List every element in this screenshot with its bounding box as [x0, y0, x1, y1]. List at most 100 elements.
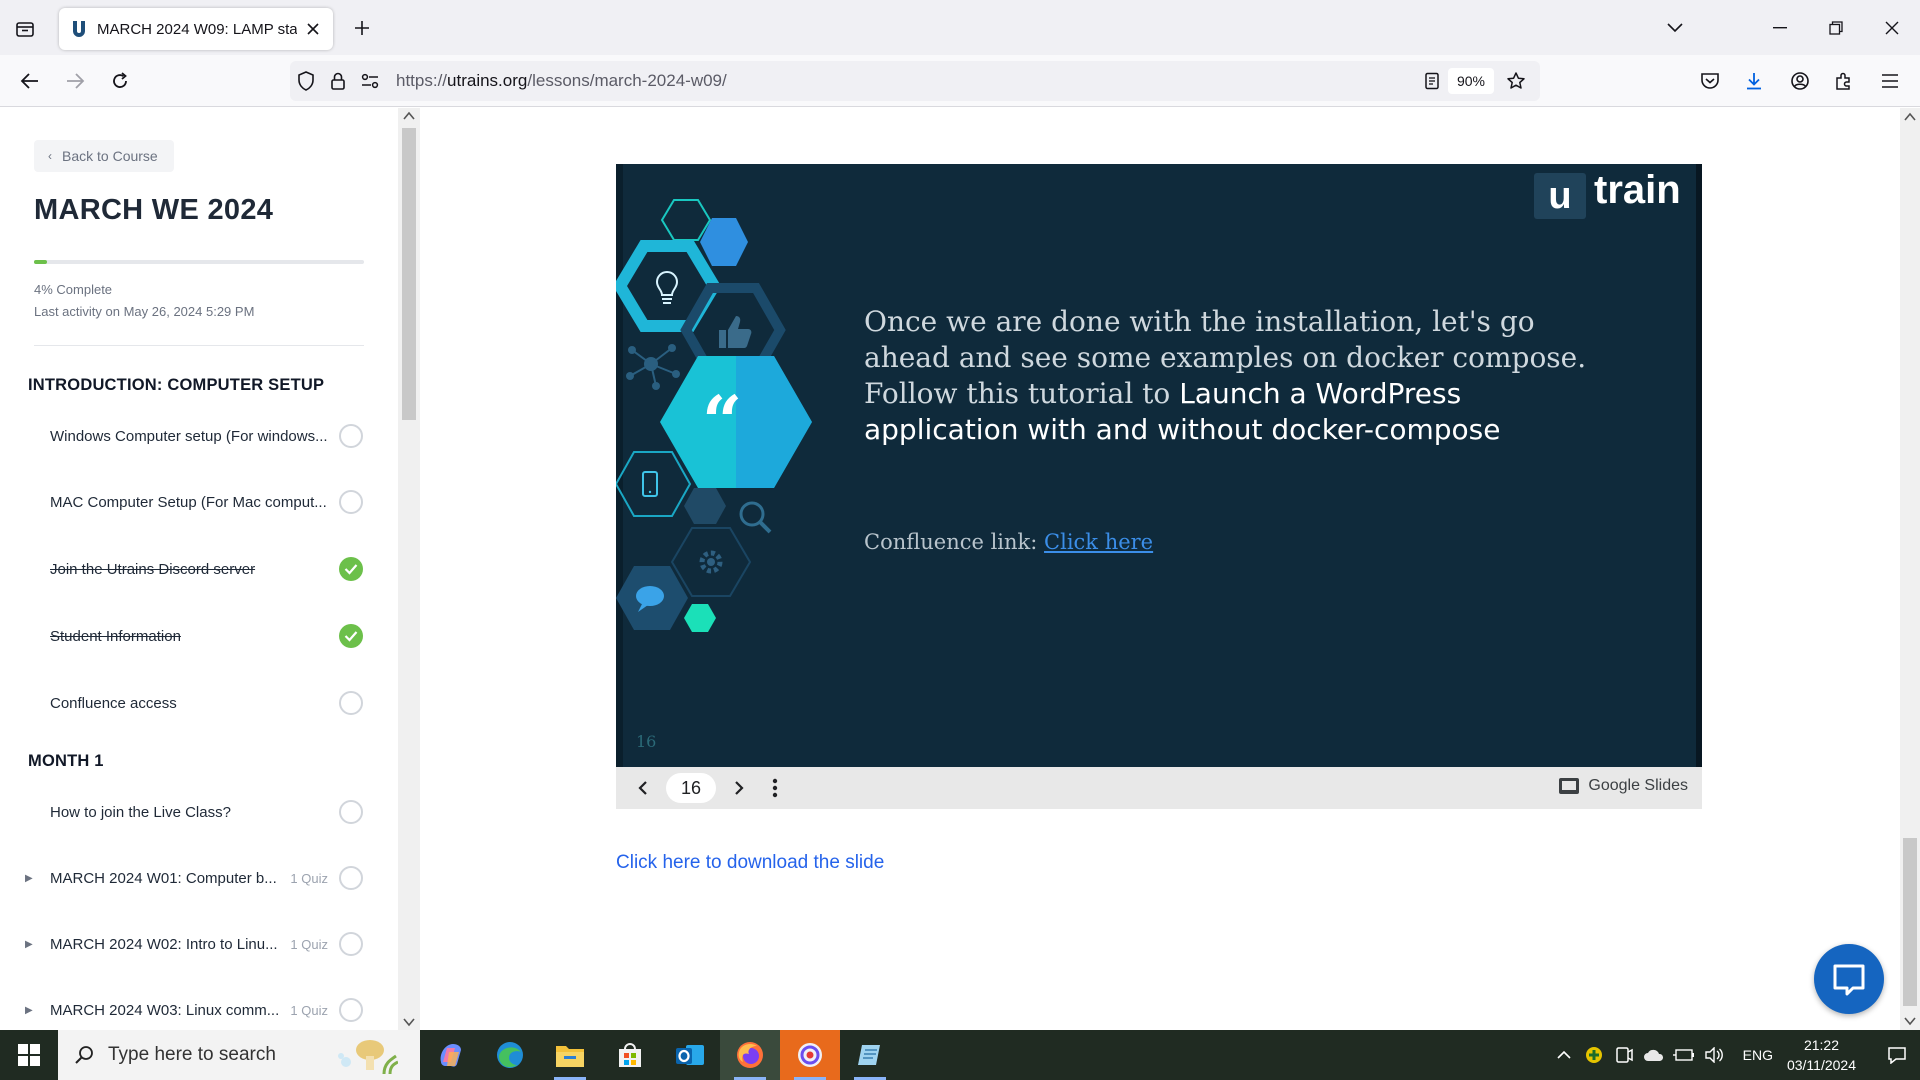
reload-icon[interactable]	[104, 65, 136, 97]
lesson-item[interactable]: Windows Computer setup (For windows...	[0, 409, 398, 463]
firefox-icon[interactable]	[720, 1030, 780, 1080]
lesson-item[interactable]: Confluence access	[0, 676, 398, 730]
search-icon	[75, 1046, 93, 1064]
downloads-icon[interactable]	[1738, 65, 1770, 97]
lesson-item[interactable]: MAC Computer Setup (For Mac comput...	[0, 475, 398, 529]
permissions-icon[interactable]	[354, 65, 386, 97]
scroll-down-arrow-icon[interactable]	[403, 1017, 415, 1027]
browser-tab-bar: MARCH 2024 W09: LAMP stack	[0, 0, 1920, 55]
taskbar-search-box[interactable]: Type here to search	[58, 1030, 420, 1080]
minimize-window-icon[interactable]	[1752, 0, 1808, 55]
embedded-slide[interactable]: “ u train Once we are done with the inst…	[616, 164, 1702, 767]
lesson-item[interactable]: ▶ MARCH 2024 W03: Linux comm... 1 Quiz	[0, 983, 398, 1030]
page-scrollbar[interactable]	[1900, 108, 1920, 1030]
hexagon-decoration-icon: “	[616, 199, 812, 632]
lesson-item[interactable]: Join the Utrains Discord server	[0, 542, 398, 596]
back-to-course-label: Back to Course	[62, 148, 158, 164]
utrain-logo-word: train	[1594, 168, 1681, 212]
url-path: /lessons/march-2024-w09/	[527, 71, 727, 90]
notifications-icon[interactable]	[1874, 1030, 1920, 1080]
zoom-level-badge[interactable]: 90%	[1447, 68, 1494, 94]
windows-taskbar: Type here to search ENG 21:22 03/11/2024	[0, 1030, 1920, 1080]
new-tab-icon[interactable]	[348, 14, 376, 42]
security-status-icon[interactable]	[1579, 1030, 1609, 1080]
file-explorer-icon[interactable]	[540, 1030, 600, 1080]
scroll-up-arrow-icon[interactable]	[403, 111, 415, 121]
windows-start-icon[interactable]	[0, 1030, 58, 1080]
network-node-icon	[626, 344, 680, 390]
tracking-shield-icon[interactable]	[290, 65, 322, 97]
recording-app-icon[interactable]	[780, 1030, 840, 1080]
pocket-icon[interactable]	[1694, 65, 1726, 97]
url-text[interactable]: https://utrains.org/lessons/march-2024-w…	[396, 71, 1416, 91]
next-slide-icon[interactable]	[724, 773, 754, 803]
quiz-count: 1 Quiz	[290, 870, 328, 886]
lock-icon[interactable]	[322, 65, 354, 97]
more-options-icon[interactable]	[760, 773, 790, 803]
copilot-app-icon[interactable]	[420, 1030, 480, 1080]
url-bar[interactable]: https://utrains.org/lessons/march-2024-w…	[290, 61, 1540, 101]
forward-arrow-icon[interactable]	[59, 65, 91, 97]
browser-tab-active[interactable]: MARCH 2024 W09: LAMP stack	[59, 8, 333, 50]
previous-slide-icon[interactable]	[628, 773, 658, 803]
battery-icon[interactable]	[1669, 1030, 1699, 1080]
back-to-course-button[interactable]: ‹ Back to Course	[34, 140, 174, 172]
chat-widget-button[interactable]	[1814, 944, 1884, 1014]
course-progress-fill	[34, 260, 48, 264]
last-activity-text: Last activity on May 26, 2024 5:29 PM	[34, 304, 255, 319]
lesson-label: MAC Computer Setup (For Mac comput...	[50, 493, 327, 511]
close-tab-icon[interactable]	[303, 19, 323, 39]
input-language[interactable]: ENG	[1743, 1047, 1773, 1063]
page-scroll-up-icon[interactable]	[1904, 112, 1916, 122]
quiz-count: 1 Quiz	[290, 936, 328, 952]
onedrive-cloud-icon[interactable]	[1639, 1030, 1669, 1080]
lesson-status-circle-icon	[339, 932, 363, 956]
volume-icon[interactable]	[1699, 1030, 1729, 1080]
slide-page-number[interactable]: 16	[666, 773, 716, 803]
slide-text-line-2: ahead and see some examples on docker co…	[864, 341, 1587, 374]
meet-now-icon[interactable]	[1609, 1030, 1639, 1080]
tab-list-icon[interactable]	[10, 14, 40, 44]
sidebar-scrollbar-thumb[interactable]	[402, 128, 416, 420]
extensions-icon[interactable]	[1828, 65, 1860, 97]
microsoft-store-icon[interactable]	[600, 1030, 660, 1080]
google-slides-icon	[1559, 778, 1580, 794]
taskbar-clock[interactable]: 21:22 03/11/2024	[1787, 1035, 1856, 1075]
notepad-app-icon[interactable]	[840, 1030, 900, 1080]
app-menu-icon[interactable]	[1874, 65, 1906, 97]
url-prefix: https://	[396, 71, 448, 90]
download-slide-link[interactable]: Click here to download the slide	[616, 852, 884, 874]
back-arrow-icon[interactable]	[14, 65, 46, 97]
confluence-click-here-link[interactable]: Click here	[1044, 530, 1153, 554]
lightbulb-icon	[655, 271, 679, 304]
list-all-tabs-icon[interactable]	[1660, 14, 1690, 42]
quiz-count: 1 Quiz	[290, 1002, 328, 1018]
lesson-item[interactable]: ▶ MARCH 2024 W01: Computer b... 1 Quiz	[0, 851, 398, 905]
account-icon[interactable]	[1784, 65, 1816, 97]
lesson-item[interactable]: How to join the Live Class?	[0, 785, 398, 839]
confluence-link-prefix: Confluence link:	[864, 530, 1045, 554]
show-hidden-icons-chevron-icon[interactable]	[1549, 1030, 1579, 1080]
search-highlight-mushroom-icon	[338, 1040, 398, 1075]
lesson-item[interactable]: Student Information	[0, 609, 398, 663]
edge-browser-icon[interactable]	[480, 1030, 540, 1080]
lesson-status-circle-icon	[339, 800, 363, 824]
lesson-item[interactable]: ▶ MARCH 2024 W02: Intro to Linu... 1 Qui…	[0, 917, 398, 971]
lesson-label: Student Information	[50, 627, 181, 645]
reader-view-icon[interactable]	[1416, 65, 1448, 97]
expand-triangle-icon[interactable]: ▶	[25, 939, 33, 950]
close-window-icon[interactable]	[1864, 0, 1920, 55]
expand-triangle-icon[interactable]: ▶	[25, 873, 33, 884]
page-scrollbar-thumb[interactable]	[1903, 838, 1917, 1006]
lesson-label: MARCH 2024 W01: Computer b...	[50, 869, 277, 887]
page-scroll-down-icon[interactable]	[1904, 1016, 1916, 1026]
outlook-icon[interactable]	[660, 1030, 720, 1080]
quote-mark-icon: “	[702, 380, 742, 463]
google-slides-button[interactable]: Google Slides	[1558, 777, 1688, 795]
gear-icon	[699, 550, 723, 574]
restore-window-icon[interactable]	[1808, 0, 1864, 55]
lesson-status-circle-icon	[339, 998, 363, 1022]
bookmark-star-icon[interactable]	[1500, 65, 1532, 97]
expand-triangle-icon[interactable]: ▶	[25, 1005, 33, 1016]
sidebar-scrollbar[interactable]	[398, 108, 420, 1030]
